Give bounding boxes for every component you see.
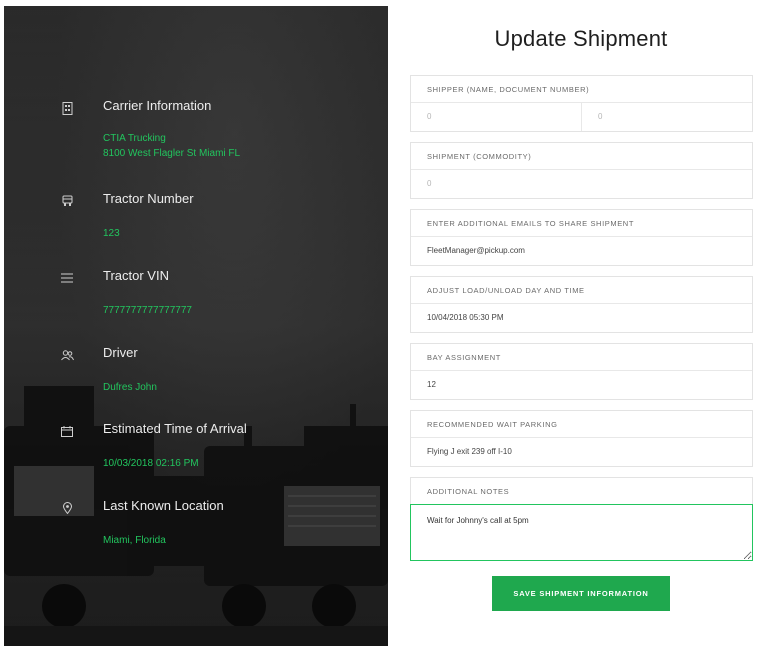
bay-input[interactable]: 12	[411, 371, 752, 399]
parking-label: RECOMMENDED WAIT PARKING	[411, 411, 752, 438]
emails-field: ENTER ADDITIONAL EMAILS TO SHARE SHIPMEN…	[410, 209, 753, 266]
load-time-field: ADJUST LOAD/UNLOAD DAY AND TIME 10/04/20…	[410, 276, 753, 333]
location-title: Last Known Location	[103, 498, 224, 513]
shipper-document-input[interactable]: 0	[581, 103, 752, 131]
eta-value: 10/03/2018 02:16 PM	[103, 458, 199, 469]
commodity-field: SHIPMENT (COMMODITY) 0	[410, 142, 753, 199]
emails-label: ENTER ADDITIONAL EMAILS TO SHARE SHIPMEN…	[411, 210, 752, 237]
carrier-info-title: Carrier Information	[103, 98, 212, 113]
emails-input[interactable]: FleetManager@pickup.com	[411, 237, 752, 265]
eta-title: Estimated Time of Arrival	[103, 421, 247, 436]
tractor-number-value: 123	[103, 228, 120, 239]
location-value: Miami, Florida	[103, 535, 166, 546]
carrier-address: 8100 West Flagler St Miami FL	[103, 148, 241, 159]
truck-icon	[59, 193, 75, 209]
driver-title: Driver	[103, 345, 138, 360]
tractor-number-title: Tractor Number	[103, 191, 194, 206]
commodity-label: SHIPMENT (COMMODITY)	[411, 143, 752, 170]
list-icon	[59, 270, 75, 286]
map-pin-icon	[59, 500, 75, 516]
shipper-field: SHIPPER (NAME, DOCUMENT NUMBER) 0 0	[410, 75, 753, 132]
tractor-vin-value: 7777777777777777	[103, 305, 192, 316]
carrier-name: CTIA Trucking	[103, 133, 166, 144]
save-shipment-button[interactable]: SAVE SHIPMENT INFORMATION	[492, 576, 670, 611]
parking-input[interactable]: Flying J exit 239 off I-10	[411, 438, 752, 466]
building-icon	[59, 100, 75, 116]
page-title: Update Shipment	[494, 26, 668, 51]
bay-label: BAY ASSIGNMENT	[411, 344, 752, 371]
driver-value: Dufres John	[103, 382, 157, 393]
shipper-name-input[interactable]: 0	[411, 103, 581, 131]
parking-field: RECOMMENDED WAIT PARKING Flying J exit 2…	[410, 410, 753, 467]
calendar-icon	[59, 423, 75, 439]
users-icon	[59, 347, 75, 363]
shipper-label: SHIPPER (NAME, DOCUMENT NUMBER)	[411, 76, 752, 103]
notes-field: ADDITIONAL NOTES	[410, 477, 753, 505]
notes-textarea[interactable]: Wait for Johnny's call at 5pm	[410, 504, 753, 561]
notes-label: ADDITIONAL NOTES	[427, 487, 510, 496]
tractor-vin-title: Tractor VIN	[103, 268, 169, 283]
commodity-input[interactable]: 0	[411, 170, 752, 198]
load-time-label: ADJUST LOAD/UNLOAD DAY AND TIME	[411, 277, 752, 304]
bay-field: BAY ASSIGNMENT 12	[410, 343, 753, 400]
shipment-info-panel: Carrier Information CTIA Trucking 8100 W…	[4, 6, 388, 646]
load-time-input[interactable]: 10/04/2018 05:30 PM	[411, 304, 752, 332]
